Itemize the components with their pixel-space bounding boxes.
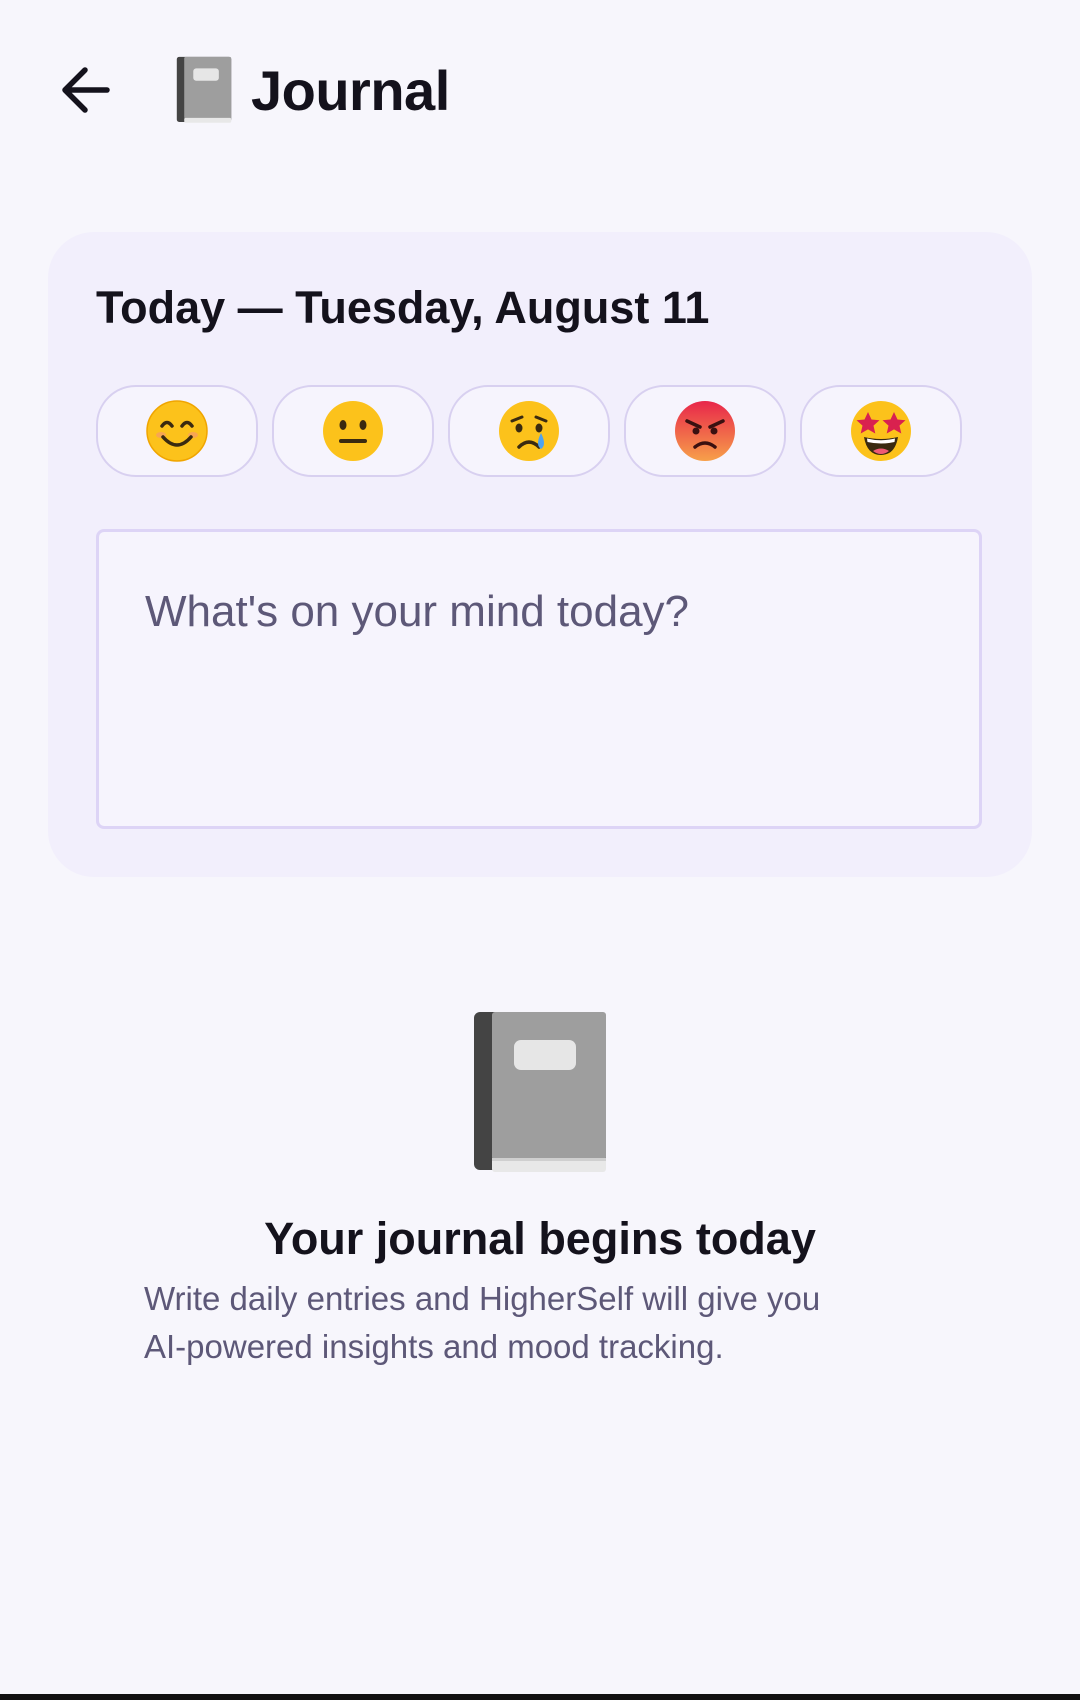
- arrow-left-icon: [62, 67, 110, 113]
- mood-button-neutral[interactable]: [272, 385, 434, 477]
- journal-entry-card: Today — Tuesday, August 11: [48, 232, 1032, 877]
- notebook-icon: [474, 1012, 606, 1172]
- empty-state-description-line-1: Write daily entries and HigherSelf will …: [144, 1280, 821, 1317]
- app-header: Journal: [0, 0, 1080, 175]
- empty-state: Your journal begins today: [0, 1010, 1080, 1265]
- page-title-group: Journal: [175, 50, 450, 130]
- crying-face-icon: [499, 401, 559, 461]
- smiling-face-icon: [146, 400, 208, 462]
- date-heading: Today — Tuesday, August 11: [96, 282, 710, 333]
- mood-button-crying[interactable]: [448, 385, 610, 477]
- mood-button-angry[interactable]: [624, 385, 786, 477]
- empty-state-description: Write daily entries and HigherSelf will …: [144, 1275, 944, 1371]
- notebook-icon: [176, 56, 232, 123]
- mood-button-smiling[interactable]: [96, 385, 258, 477]
- angry-face-icon: [675, 401, 735, 461]
- journal-entry-input[interactable]: [99, 532, 979, 826]
- back-button[interactable]: [50, 55, 120, 125]
- journal-entry-field[interactable]: [96, 529, 982, 829]
- mood-selector: [96, 385, 962, 477]
- neutral-face-icon: [323, 401, 383, 461]
- mood-button-star-struck[interactable]: [800, 385, 962, 477]
- page-title: Journal: [251, 58, 450, 122]
- system-bottom-bar: [0, 1694, 1080, 1700]
- empty-state-title: Your journal begins today: [264, 1213, 816, 1264]
- empty-state-description-line-2: AI-powered insights and mood tracking.: [144, 1328, 724, 1365]
- star-struck-face-icon: [851, 401, 911, 461]
